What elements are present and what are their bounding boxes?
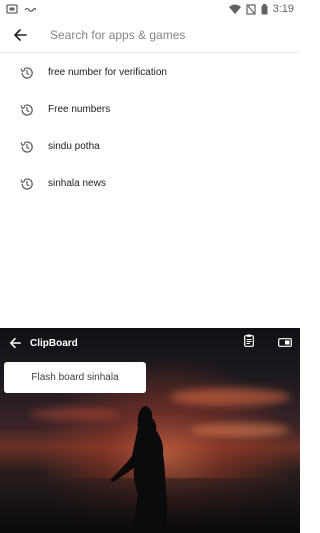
person-silhouette xyxy=(110,406,168,533)
suggestion-list: free number for verification Free number… xyxy=(0,54,300,202)
suggestion-item[interactable]: free number for verification xyxy=(0,54,300,91)
history-icon xyxy=(18,101,36,119)
keyboard-clipboard-panel: ClipBoard Flash board sinhala xyxy=(0,328,300,533)
search-header xyxy=(0,18,300,53)
history-icon xyxy=(18,64,36,82)
history-icon xyxy=(18,138,36,156)
suggestion-label: free number for verification xyxy=(48,67,167,78)
arrow-back-icon xyxy=(9,337,21,349)
suggestion-label: sindu potha xyxy=(48,141,100,152)
toggle-icon[interactable] xyxy=(278,334,292,352)
suggestion-label: sinhala news xyxy=(48,178,106,189)
arrow-back-icon xyxy=(14,29,27,41)
search-input[interactable] xyxy=(48,27,282,43)
clipboard-toolbar: ClipBoard xyxy=(0,328,300,358)
background-cloud xyxy=(190,423,290,437)
clipboard-back-button[interactable] xyxy=(2,337,28,349)
suggestion-item[interactable]: Free numbers xyxy=(0,91,300,128)
clip-item[interactable]: Flash board sinhala xyxy=(4,362,146,393)
screen-record-icon xyxy=(6,4,18,14)
suggestion-item[interactable]: sinhala news xyxy=(0,165,300,202)
wifi-icon xyxy=(228,4,241,14)
status-bar: 3:19 xyxy=(0,0,300,18)
background-cloud xyxy=(30,408,120,420)
clipboard-title: ClipBoard xyxy=(30,337,78,349)
signal-icon xyxy=(24,4,36,14)
clipboard-tools xyxy=(244,334,292,352)
clipboard-icon[interactable] xyxy=(244,334,254,352)
no-sim-icon xyxy=(245,3,256,15)
suggestion-label: Free numbers xyxy=(48,104,111,115)
background-cloud xyxy=(170,388,290,406)
status-time: 3:19 xyxy=(272,3,294,15)
status-left xyxy=(6,4,36,14)
history-icon xyxy=(18,175,36,193)
battery-icon xyxy=(261,3,268,15)
back-button[interactable] xyxy=(2,18,38,53)
suggestion-item[interactable]: sindu potha xyxy=(0,128,300,165)
status-right: 3:19 xyxy=(228,3,294,15)
